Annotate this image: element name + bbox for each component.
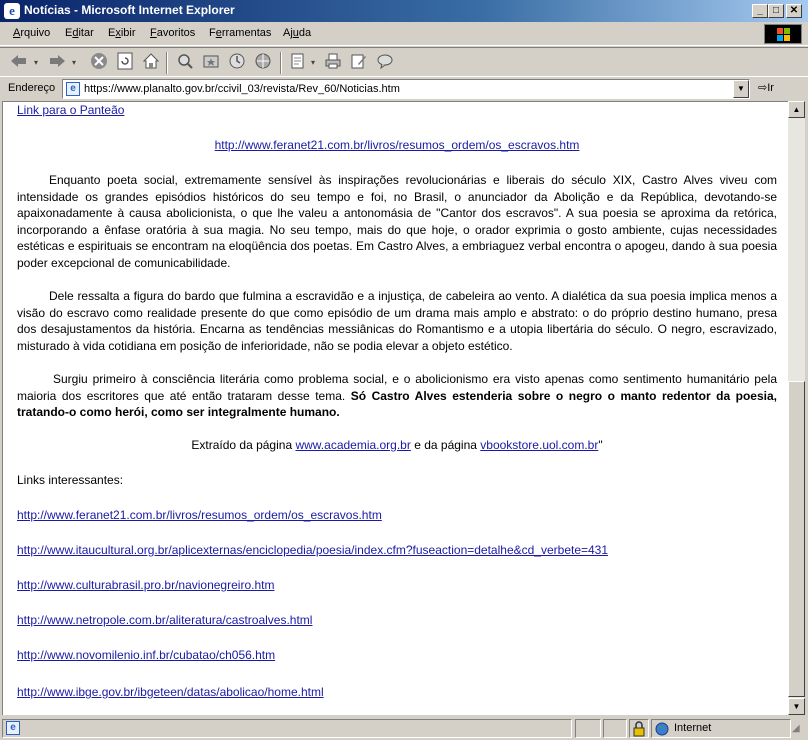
- menu-favoritos[interactable]: Favoritos: [150, 27, 195, 39]
- discuss-icon[interactable]: [374, 52, 396, 74]
- home-icon[interactable]: [140, 52, 162, 74]
- status-pane: [575, 719, 601, 738]
- page-content: Link para o Panteão http://www.feranet21…: [2, 101, 788, 715]
- address-url[interactable]: https://www.planalto.gov.br/ccivil_03/re…: [84, 83, 400, 95]
- list-item-link[interactable]: http://www.culturabrasil.pro.br/navioneg…: [17, 578, 274, 592]
- toolbar-separator: [166, 52, 168, 74]
- go-button[interactable]: ⇨Ir: [758, 81, 774, 94]
- back-icon[interactable]: [8, 52, 30, 74]
- status-bar: e Internet ◢: [0, 717, 808, 740]
- menu-ajuda[interactable]: Ajuda: [283, 27, 311, 39]
- address-dropdown-button[interactable]: ▼: [733, 80, 749, 98]
- forward-icon[interactable]: [46, 52, 68, 74]
- academia-link[interactable]: www.academia.org.br: [295, 438, 410, 452]
- maximize-button[interactable]: □: [768, 4, 784, 18]
- history-icon[interactable]: [226, 52, 248, 74]
- menu-ferramentas[interactable]: Ferramentas: [209, 27, 271, 39]
- menu-bar: Arquivo Editar Exibir Favoritos Ferramen…: [0, 22, 808, 46]
- forward-dropdown-icon[interactable]: ▾: [68, 52, 80, 74]
- scroll-up-button[interactable]: ▲: [788, 101, 805, 118]
- paragraph-2: Dele ressalta a figura do bardo que fulm…: [17, 289, 777, 353]
- refresh-icon[interactable]: [114, 52, 136, 74]
- status-pane: [603, 719, 627, 738]
- title-bar: e Notícias - Microsoft Internet Explorer…: [0, 0, 808, 22]
- list-item-link[interactable]: http://www.feranet21.com.br/livros/resum…: [17, 508, 382, 522]
- links-heading: Links interessantes:: [17, 473, 124, 487]
- scroll-thumb[interactable]: [788, 381, 805, 697]
- lock-icon: [633, 721, 645, 737]
- list-item-link[interactable]: http://www.itaucultural.org.br/aplicexte…: [17, 543, 608, 557]
- status-text-pane: e: [2, 719, 572, 738]
- list-item-link[interactable]: http://www.ibge.gov.br/ibgeteen/datas/ab…: [17, 685, 324, 699]
- globe-icon: [655, 722, 669, 736]
- source-link[interactable]: http://www.feranet21.com.br/livros/resum…: [215, 138, 580, 152]
- address-bar: Endereço e https://www.planalto.gov.br/c…: [0, 78, 808, 100]
- menu-exibir[interactable]: Exibir: [108, 27, 136, 39]
- scroll-down-button[interactable]: ▼: [788, 698, 805, 715]
- channels-icon[interactable]: [252, 52, 274, 74]
- list-item-link[interactable]: http://www.novomilenio.inf.br/cubatao/ch…: [17, 648, 275, 662]
- zone-label: Internet: [674, 722, 712, 734]
- windows-logo-icon: [764, 24, 802, 44]
- search-icon[interactable]: [174, 52, 196, 74]
- list-item-link[interactable]: http://www.netropole.com.br/aliteratura/…: [17, 613, 312, 627]
- window-title: Notícias - Microsoft Internet Explorer: [24, 3, 235, 17]
- close-button[interactable]: ✕: [786, 4, 802, 18]
- address-input[interactable]: e https://www.planalto.gov.br/ccivil_03/…: [62, 79, 750, 99]
- menu-arquivo[interactable]: Arquivo: [13, 27, 50, 39]
- toolbar-separator: [280, 52, 282, 74]
- print-icon[interactable]: [322, 52, 344, 74]
- edit-icon[interactable]: [348, 52, 370, 74]
- go-arrow-icon: ⇨: [758, 82, 768, 94]
- address-label: Endereço: [8, 82, 56, 94]
- mail-dropdown-icon[interactable]: ▾: [308, 52, 318, 74]
- favorites-icon[interactable]: [200, 52, 222, 74]
- resize-grip-icon[interactable]: ◢: [792, 723, 806, 737]
- top-link[interactable]: Link para o Panteão: [17, 103, 124, 117]
- standard-toolbar: ▾ ▾ ▾: [0, 47, 808, 77]
- extract-line: Extraído da página www.academia.org.br e…: [191, 438, 603, 452]
- paragraph-1: Enquanto poeta social, extremamente sens…: [17, 173, 777, 270]
- minimize-button[interactable]: _: [752, 4, 768, 18]
- status-zone-pane: [651, 719, 791, 738]
- status-lock-pane: [629, 719, 649, 738]
- page-icon: e: [66, 82, 80, 96]
- vbookstore-link[interactable]: vbookstore.uol.com.br: [480, 438, 598, 452]
- stop-icon[interactable]: [88, 52, 110, 74]
- back-dropdown-icon[interactable]: ▾: [30, 52, 42, 74]
- mail-icon[interactable]: [288, 52, 310, 74]
- page-status-icon: e: [6, 721, 20, 735]
- ie-logo-icon: e: [4, 3, 20, 19]
- vertical-scrollbar[interactable]: ▲ ▼: [788, 101, 805, 715]
- paragraph-3: Surgiu primeiro à consciência literária …: [17, 372, 777, 419]
- menu-editar[interactable]: Editar: [65, 27, 94, 39]
